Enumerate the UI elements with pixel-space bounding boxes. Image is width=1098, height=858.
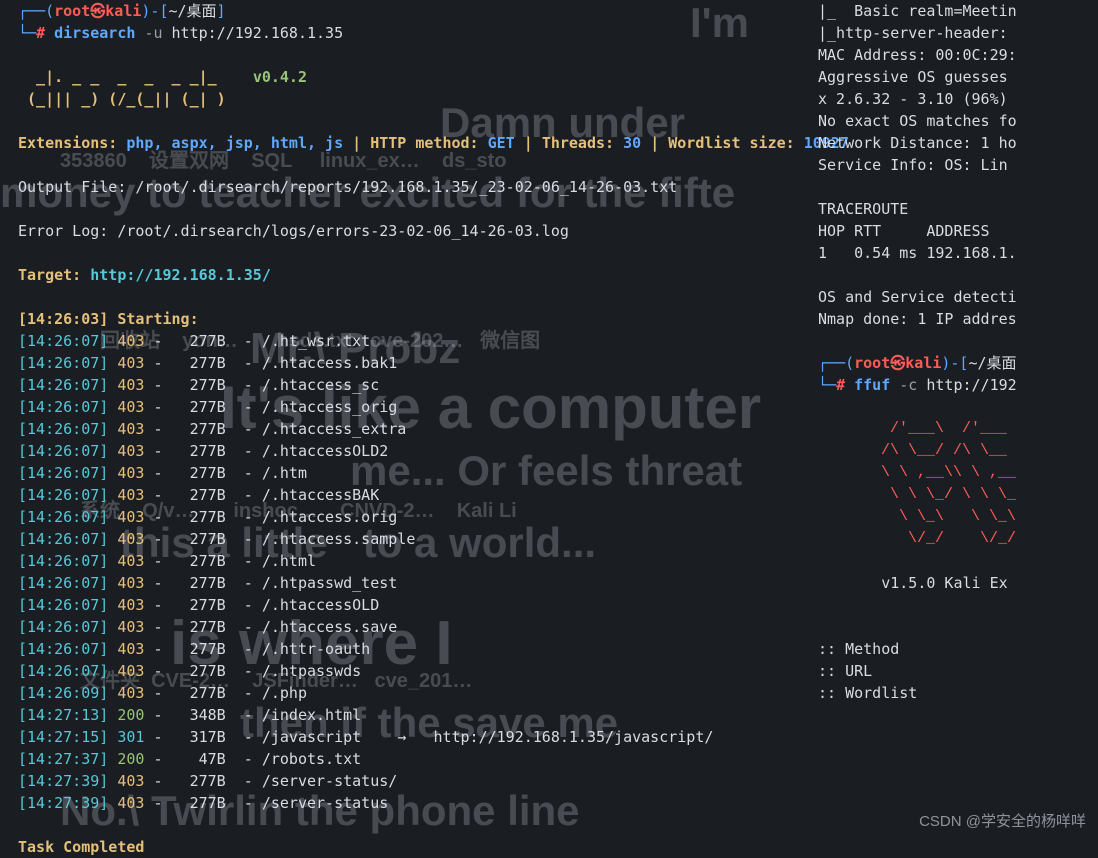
output-file-line: Output File: /root/.dirsearch/reports/19… bbox=[18, 176, 802, 198]
ffuf-banner: /'___\ /'___ /\ \__/ /\ \__ \ \ ,__\\ \ … bbox=[818, 418, 1098, 550]
nmap-line: Service Info: OS: Lin bbox=[818, 154, 1098, 176]
result-row: [14:26:07] 403 - 277B - /.htaccess_sc bbox=[18, 374, 802, 396]
ffuf-config-line: :: Method bbox=[818, 638, 1098, 660]
result-row: [14:26:07] 403 - 277B - /.htaccess.bak1 bbox=[18, 352, 802, 374]
nmap-line: TRACEROUTE bbox=[818, 198, 1098, 220]
nmap-line: x 2.6.32 - 3.10 (96%) bbox=[818, 88, 1098, 110]
result-list: [14:26:07] 403 - 277B - /.ht_wsr.txt[14:… bbox=[18, 330, 802, 814]
result-row: [14:27:37] 200 - 47B - /robots.txt bbox=[18, 748, 802, 770]
result-row: [14:26:07] 403 - 277B - /.htaccess.save bbox=[18, 616, 802, 638]
result-row: [14:27:39] 403 - 277B - /server-status/ bbox=[18, 770, 802, 792]
ffuf-version: v1.5.0 Kali Ex bbox=[818, 572, 1098, 594]
header-line: Extensions: php, aspx, jsp, html, js | H… bbox=[18, 132, 802, 154]
result-row: [14:26:07] 403 - 277B - /.htpasswd_test bbox=[18, 572, 802, 594]
nmap-output: |_ Basic realm=Meetin|_http-server-heade… bbox=[818, 0, 1098, 330]
result-row: [14:26:07] 403 - 277B - /.htpasswds bbox=[18, 660, 802, 682]
result-row: [14:26:07] 403 - 277B - /.httr-oauth bbox=[18, 638, 802, 660]
result-row: [14:26:07] 403 - 277B - /.htaccessOLD bbox=[18, 594, 802, 616]
starting-line: [14:26:03] Starting: bbox=[18, 308, 802, 330]
nmap-line: OS and Service detecti bbox=[818, 286, 1098, 308]
nmap-line: Aggressive OS guesses bbox=[818, 66, 1098, 88]
result-row: [14:26:09] 403 - 277B - /.php bbox=[18, 682, 802, 704]
banner-line-1: _|. _ _ _ _ _ _|_ v0.4.2 bbox=[18, 66, 802, 88]
nmap-line: |_http-server-header: bbox=[818, 22, 1098, 44]
right-prompt-1: ┌──(root㉿kali)-[~/桌面 bbox=[818, 352, 1098, 374]
nmap-line: 1 0.54 ms 192.168.1. bbox=[818, 242, 1098, 264]
task-completed: Task Completed bbox=[18, 836, 802, 858]
result-row: [14:26:07] 403 - 277B - /.html bbox=[18, 550, 802, 572]
result-row: [14:26:07] 403 - 277B - /.htm bbox=[18, 462, 802, 484]
result-row: [14:26:07] 403 - 277B - /.htaccessOLD2 bbox=[18, 440, 802, 462]
terminal-left[interactable]: ┌──(root㉿kali)-[~/桌面] └─# dirsearch -u h… bbox=[0, 0, 810, 839]
ffuf-config-line: :: Wordlist bbox=[818, 682, 1098, 704]
error-log-line: Error Log: /root/.dirsearch/logs/errors-… bbox=[18, 220, 802, 242]
result-row: [14:26:07] 403 - 277B - /.htaccess.orig bbox=[18, 506, 802, 528]
nmap-line: |_ Basic realm=Meetin bbox=[818, 0, 1098, 22]
prompt-line-1: ┌──(root㉿kali)-[~/桌面] bbox=[18, 0, 802, 22]
nmap-line: Network Distance: 1 ho bbox=[818, 132, 1098, 154]
nmap-line bbox=[818, 264, 1098, 286]
result-row: [14:26:07] 403 - 277B - /.htaccess_extra bbox=[18, 418, 802, 440]
nmap-line bbox=[818, 176, 1098, 198]
ffuf-config-line: :: URL bbox=[818, 660, 1098, 682]
ffuf-config: :: Method:: URL:: Wordlist bbox=[818, 638, 1098, 704]
result-row: [14:26:07] 403 - 277B - /.ht_wsr.txt bbox=[18, 330, 802, 352]
nmap-line: No exact OS matches fo bbox=[818, 110, 1098, 132]
result-row: [14:27:15] 301 - 317B - /javascript → ht… bbox=[18, 726, 802, 748]
result-row: [14:27:39] 403 - 277B - /server-status bbox=[18, 792, 802, 814]
right-prompt-2: └─# ffuf -c http://192 bbox=[818, 374, 1098, 396]
result-row: [14:26:07] 403 - 277B - /.htaccessBAK bbox=[18, 484, 802, 506]
nmap-line: Nmap done: 1 IP addres bbox=[818, 308, 1098, 330]
target-line: Target: http://192.168.1.35/ bbox=[18, 264, 802, 286]
result-row: [14:26:07] 403 - 277B - /.htaccess.sampl… bbox=[18, 528, 802, 550]
banner-line-2: (_||| _) (/_(_|| (_| ) bbox=[18, 88, 802, 110]
nmap-line: MAC Address: 00:0C:29: bbox=[818, 44, 1098, 66]
result-row: [14:26:07] 403 - 277B - /.htaccess_orig bbox=[18, 396, 802, 418]
nmap-line: HOP RTT ADDRESS bbox=[818, 220, 1098, 242]
result-row: [14:27:13] 200 - 348B - /index.html bbox=[18, 704, 802, 726]
prompt-line-2: └─# dirsearch -u http://192.168.1.35 bbox=[18, 22, 802, 44]
terminal-right[interactable]: |_ Basic realm=Meetin|_http-server-heade… bbox=[810, 0, 1098, 839]
